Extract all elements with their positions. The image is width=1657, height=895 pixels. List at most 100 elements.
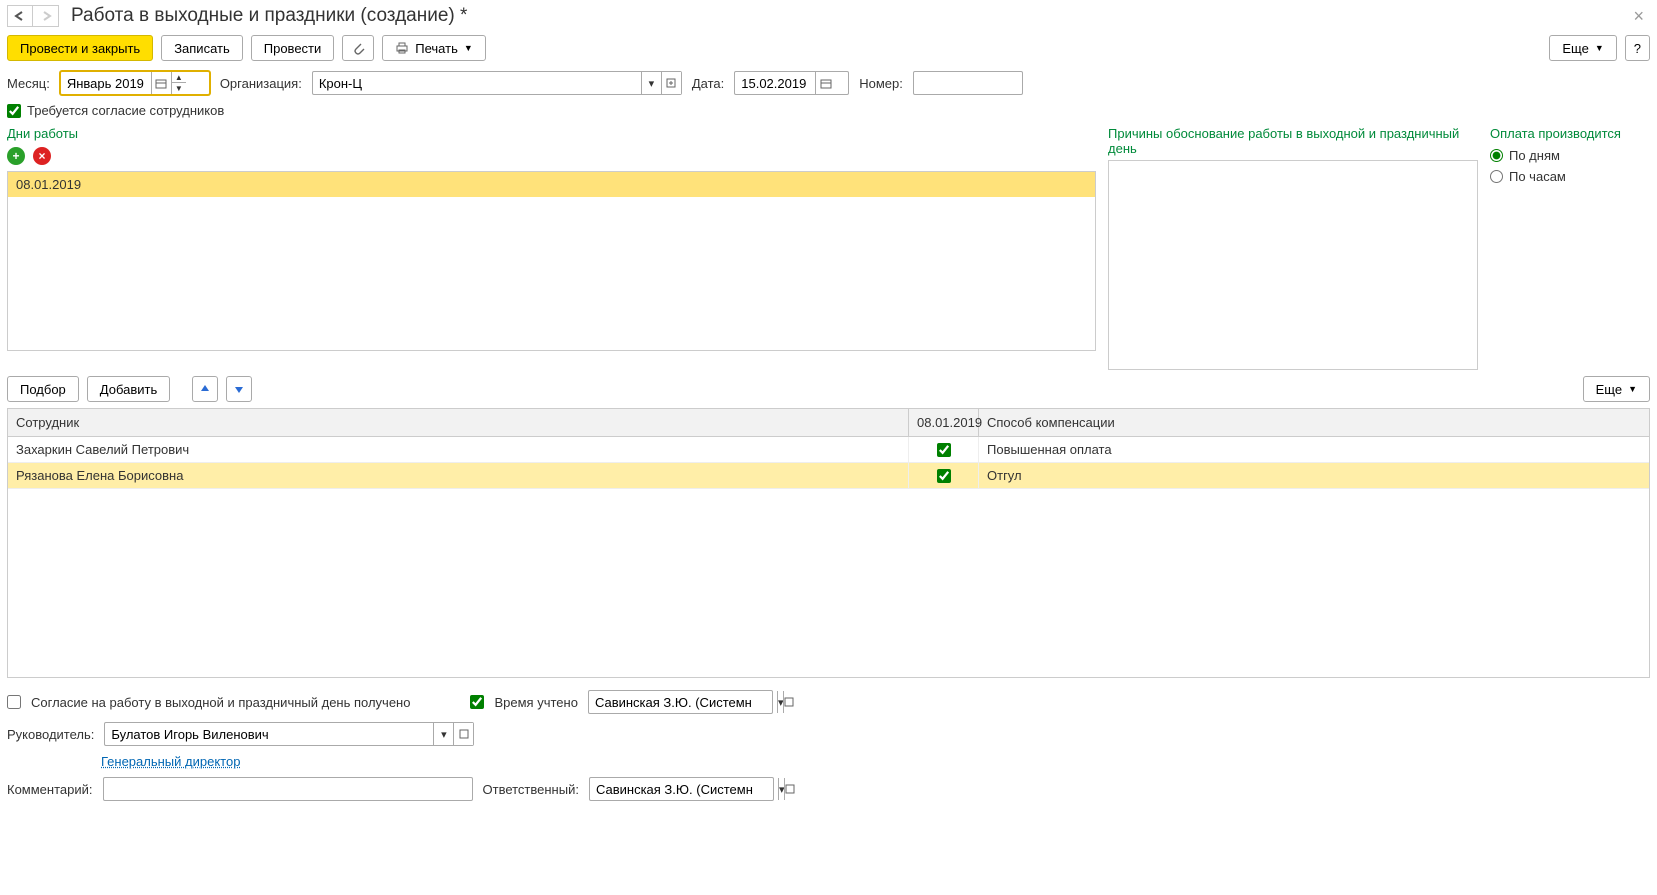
caret-down-icon: ▼ bbox=[1595, 43, 1604, 53]
form-row-main: Месяц: ▲ ▼ Организация: ▾ Дата: Номер: bbox=[3, 67, 1654, 99]
responsible-input[interactable] bbox=[590, 778, 778, 800]
manager-open[interactable] bbox=[453, 723, 473, 745]
save-button[interactable]: Записать bbox=[161, 35, 243, 61]
time-user-input[interactable] bbox=[589, 691, 777, 713]
move-up-button[interactable] bbox=[192, 376, 218, 402]
days-list[interactable]: 08.01.2019 bbox=[7, 171, 1096, 351]
cell-comp: Повышенная оплата bbox=[979, 437, 1649, 462]
manager-position-link[interactable]: Генеральный директор bbox=[101, 754, 240, 769]
reasons-textarea[interactable] bbox=[1108, 160, 1478, 370]
window-header: Работа в выходные и праздники (создание)… bbox=[3, 3, 1654, 29]
days-section-label: Дни работы bbox=[7, 124, 1096, 145]
open-icon bbox=[785, 784, 795, 794]
table-row[interactable]: Рязанова Елена Борисовна Отгул bbox=[8, 463, 1649, 489]
spinner-up-icon[interactable]: ▲ bbox=[172, 72, 186, 83]
back-button[interactable] bbox=[7, 5, 33, 27]
calendar-icon bbox=[155, 78, 167, 89]
pay-days-radio[interactable] bbox=[1490, 149, 1503, 162]
org-open-button[interactable] bbox=[661, 72, 681, 94]
consent-checkbox[interactable] bbox=[7, 104, 21, 118]
forward-button[interactable] bbox=[33, 5, 59, 27]
arrow-left-icon bbox=[14, 11, 26, 21]
close-button[interactable]: × bbox=[1627, 6, 1650, 27]
list-item[interactable]: 08.01.2019 bbox=[8, 172, 1095, 197]
month-input-group: ▲ ▼ bbox=[60, 71, 210, 95]
manager-dropdown[interactable]: ▾ bbox=[433, 723, 453, 745]
employees-more-button[interactable]: Еще ▼ bbox=[1583, 376, 1650, 402]
more-label: Еще bbox=[1562, 41, 1588, 56]
org-input[interactable] bbox=[313, 72, 641, 94]
help-button[interactable]: ? bbox=[1625, 35, 1650, 61]
grid-body[interactable]: Захаркин Савелий Петрович Повышенная опл… bbox=[8, 437, 1649, 677]
consent-label: Требуется согласие сотрудников bbox=[27, 103, 224, 118]
month-calendar-button[interactable] bbox=[151, 72, 171, 94]
caret-down-icon: ▼ bbox=[1628, 384, 1637, 394]
time-user-open[interactable] bbox=[783, 691, 794, 713]
pay-hours-label: По часам bbox=[1509, 169, 1566, 184]
caret-down-icon: ▼ bbox=[464, 43, 473, 53]
table-row[interactable]: Захаркин Савелий Петрович Повышенная опл… bbox=[8, 437, 1649, 463]
org-label: Организация: bbox=[220, 76, 302, 91]
main-toolbar: Провести и закрыть Записать Провести Печ… bbox=[3, 29, 1654, 67]
manager-label: Руководитель: bbox=[7, 727, 94, 742]
print-label: Печать bbox=[415, 41, 458, 56]
comment-input[interactable] bbox=[104, 778, 472, 800]
time-user-group: ▾ bbox=[588, 690, 773, 714]
days-toolbar: + × bbox=[7, 145, 1096, 171]
pay-hours-radio[interactable] bbox=[1490, 170, 1503, 183]
number-label: Номер: bbox=[859, 76, 903, 91]
manager-input[interactable] bbox=[105, 723, 433, 745]
col-employee-header[interactable]: Сотрудник bbox=[8, 409, 909, 436]
responsible-label: Ответственный: bbox=[483, 782, 579, 797]
select-button[interactable]: Подбор bbox=[7, 376, 79, 402]
comment-group bbox=[103, 777, 473, 801]
comment-label: Комментарий: bbox=[7, 782, 93, 797]
date-checkbox[interactable] bbox=[937, 443, 951, 457]
col-comp-header[interactable]: Способ компенсации bbox=[979, 409, 1649, 436]
pay-section-label: Оплата производится bbox=[1490, 124, 1650, 145]
date-calendar-button[interactable] bbox=[815, 72, 835, 94]
cell-date bbox=[909, 437, 979, 462]
month-spinner[interactable]: ▲ ▼ bbox=[171, 72, 186, 94]
more-label: Еще bbox=[1596, 382, 1622, 397]
open-icon bbox=[784, 697, 794, 707]
org-dropdown-button[interactable]: ▾ bbox=[641, 72, 661, 94]
consent-received-checkbox[interactable] bbox=[7, 695, 21, 709]
print-button[interactable]: Печать ▼ bbox=[382, 35, 486, 61]
date-input-group bbox=[734, 71, 849, 95]
calendar-icon bbox=[820, 78, 832, 89]
date-checkbox[interactable] bbox=[937, 469, 951, 483]
cell-employee: Рязанова Елена Борисовна bbox=[8, 463, 909, 488]
spinner-down-icon[interactable]: ▼ bbox=[172, 83, 186, 94]
grid-header: Сотрудник 08.01.2019 Способ компенсации bbox=[8, 409, 1649, 437]
printer-icon bbox=[395, 42, 409, 54]
org-input-group: ▾ bbox=[312, 71, 682, 95]
date-input[interactable] bbox=[735, 72, 815, 94]
more-button[interactable]: Еще ▼ bbox=[1549, 35, 1616, 61]
employees-grid: Сотрудник 08.01.2019 Способ компенсации … bbox=[7, 408, 1650, 678]
cell-employee: Захаркин Савелий Петрович bbox=[8, 437, 909, 462]
manager-group: ▾ bbox=[104, 722, 474, 746]
col-date-header[interactable]: 08.01.2019 bbox=[909, 409, 979, 436]
footer: Согласие на работу в выходной и празднич… bbox=[3, 678, 1654, 809]
open-icon bbox=[459, 729, 469, 739]
add-day-button[interactable]: + bbox=[7, 147, 25, 165]
cell-comp: Отгул bbox=[979, 463, 1649, 488]
delete-day-button[interactable]: × bbox=[33, 147, 51, 165]
responsible-group: ▾ bbox=[589, 777, 774, 801]
add-button[interactable]: Добавить bbox=[87, 376, 170, 402]
time-accounted-label: Время учтено bbox=[494, 695, 577, 710]
responsible-open[interactable] bbox=[784, 778, 795, 800]
post-close-button[interactable]: Провести и закрыть bbox=[7, 35, 153, 61]
month-input[interactable] bbox=[61, 72, 151, 94]
arrow-down-icon bbox=[233, 383, 245, 395]
post-button[interactable]: Провести bbox=[251, 35, 335, 61]
attach-button[interactable] bbox=[342, 35, 374, 61]
paperclip-icon bbox=[351, 41, 365, 55]
arrow-right-icon bbox=[40, 11, 52, 21]
number-input[interactable] bbox=[914, 72, 1022, 94]
move-down-button[interactable] bbox=[226, 376, 252, 402]
arrow-up-icon bbox=[199, 383, 211, 395]
time-accounted-checkbox[interactable] bbox=[470, 695, 484, 709]
window-title: Работа в выходные и праздники (создание)… bbox=[71, 5, 1627, 27]
